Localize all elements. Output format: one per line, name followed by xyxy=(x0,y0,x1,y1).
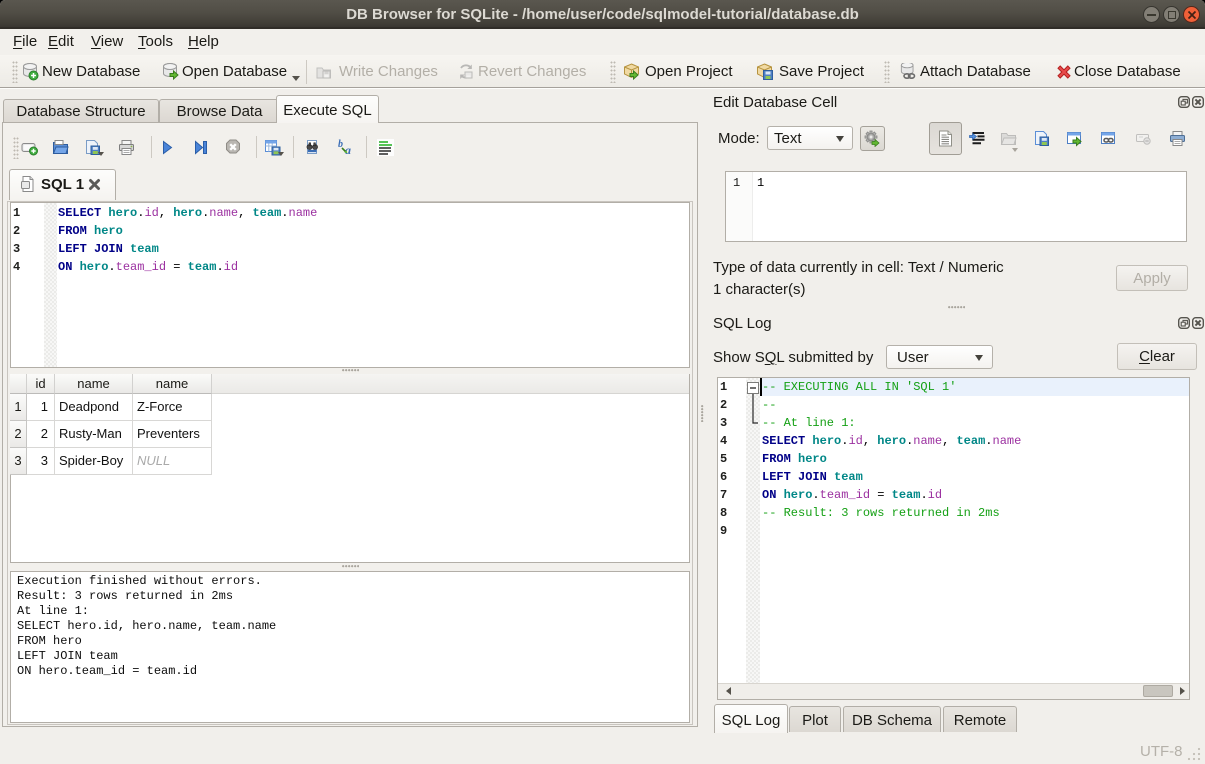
svg-text:a: a xyxy=(345,143,351,156)
